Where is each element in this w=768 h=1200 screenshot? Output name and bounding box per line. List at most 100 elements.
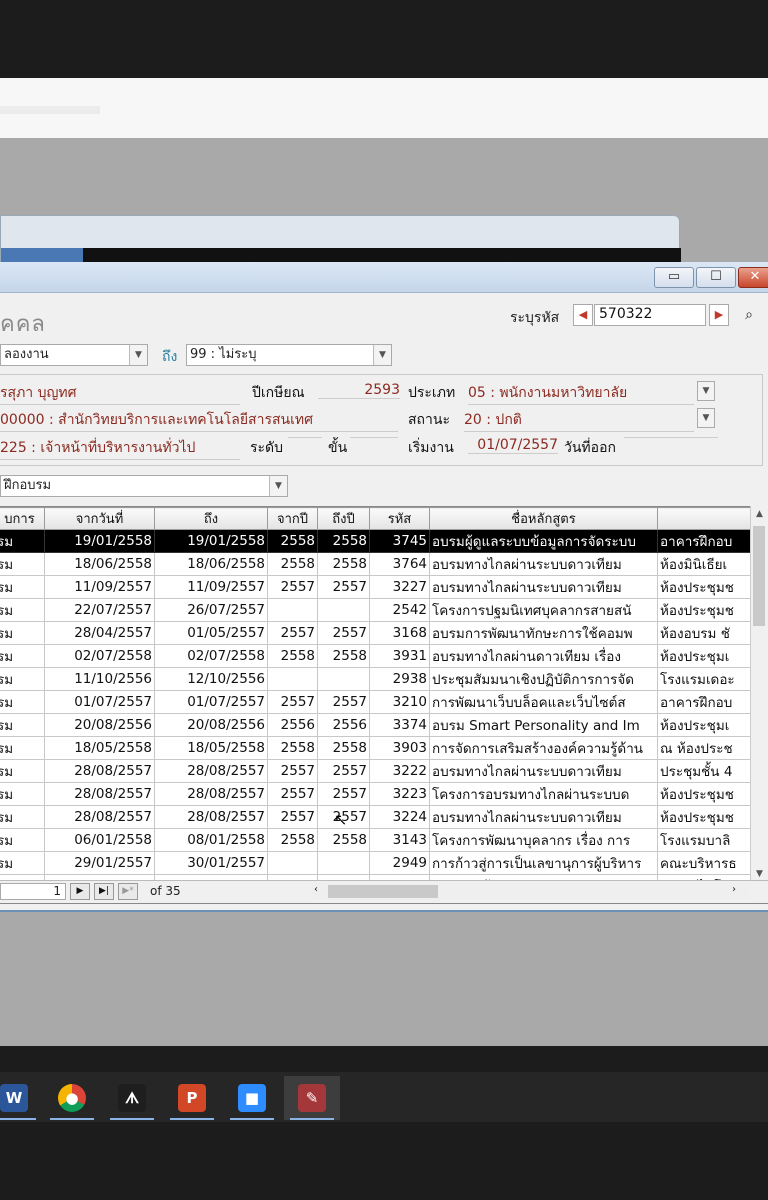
horizontal-scroll-thumb[interactable] [328, 885, 438, 898]
table-cell[interactable]: รม [0, 759, 45, 783]
table-cell[interactable]: โรงแรมเดอะ [657, 667, 758, 691]
binoculars-icon[interactable]: ⌕ [737, 304, 761, 326]
table-row[interactable]: รม28/08/255728/08/2557255725573223โครงกา… [0, 782, 758, 806]
taskbar-app-zoom[interactable]: ■ [224, 1076, 280, 1120]
table-cell[interactable]: 28/08/2557 [44, 805, 155, 829]
table-cell[interactable]: 2557 [317, 759, 370, 783]
to-combo[interactable]: 99 : ไม่ระบุ ▼ [186, 344, 392, 366]
table-cell[interactable]: 3764 [369, 552, 430, 576]
table-row[interactable]: รม28/08/255728/08/2557255725573222อบรมทา… [0, 759, 758, 783]
table-cell[interactable]: การจัดการเสริมสร้างองค์ความรู้ด้าน [429, 736, 658, 760]
table-cell[interactable]: 2558 [267, 736, 318, 760]
table-cell[interactable]: 2557 [267, 782, 318, 806]
scroll-up-icon[interactable]: ▲ [751, 506, 768, 522]
table-row[interactable]: รม18/05/255818/05/2558255825583903การจัด… [0, 736, 758, 760]
table-cell[interactable]: 2557 [267, 621, 318, 645]
table-cell[interactable]: 2949 [369, 851, 430, 875]
table-cell[interactable]: การพัฒนาเว็บบล็อคและเว็บไซต์ส [429, 690, 658, 714]
table-cell[interactable]: 3227 [369, 575, 430, 599]
table-cell[interactable]: 2542 [369, 598, 430, 622]
minimize-button[interactable]: ▭ [654, 267, 694, 288]
horizontal-scrollbar[interactable]: ‹ › [312, 883, 750, 900]
table-cell[interactable]: 2558 [267, 529, 318, 553]
table-cell[interactable]: ห้องประชุมช [657, 782, 758, 806]
table-cell[interactable]: ห้องประชุมเ [657, 713, 758, 737]
table-cell[interactable]: อบรมทางไกลผ่านระบบดาวเทียม [429, 552, 658, 576]
table-cell[interactable]: ณ ห้องประช [657, 736, 758, 760]
table-cell[interactable]: รม [0, 644, 45, 668]
table-cell[interactable]: 2558 [317, 529, 370, 553]
close-button[interactable]: ✕ [738, 267, 768, 288]
table-cell[interactable]: 01/07/2557 [154, 690, 268, 714]
table-cell[interactable]: 2557 [317, 575, 370, 599]
table-cell[interactable]: อบรมทางไกลผ่านระบบดาวเทียม [429, 805, 658, 829]
table-cell[interactable]: อาคารฝึกอบ [657, 529, 758, 553]
table-row[interactable]: รม20/08/255620/08/2556255625563374อบรม S… [0, 713, 758, 737]
table-row[interactable]: รม06/01/255808/01/2558255825583143โครงกา… [0, 828, 758, 852]
table-cell[interactable]: รม [0, 598, 45, 622]
type-dropdown-icon[interactable]: ▼ [697, 381, 715, 401]
table-cell[interactable] [267, 851, 318, 875]
chevron-down-icon[interactable]: ▼ [129, 345, 147, 365]
table-cell[interactable]: 3223 [369, 782, 430, 806]
taskbar-app-acrobat[interactable]: ᗑ [104, 1076, 160, 1120]
record-id-input[interactable]: 570322 [594, 304, 706, 326]
column-header[interactable]: ชื่อหลักสูตร [429, 507, 658, 530]
table-cell[interactable]: 06/01/2558 [44, 828, 155, 852]
table-cell[interactable]: 30/01/2557 [154, 851, 268, 875]
table-cell[interactable]: 2557 [267, 805, 318, 829]
next-record-nav-button[interactable]: ▶ [70, 883, 90, 900]
table-cell[interactable]: 11/09/2557 [44, 575, 155, 599]
prev-record-button[interactable]: ◀ [573, 304, 593, 326]
table-cell[interactable]: 3374 [369, 713, 430, 737]
column-header[interactable]: บการ [0, 507, 45, 530]
table-cell[interactable]: อบรมทางไกลผ่านดาวเทียม เรื่อง [429, 644, 658, 668]
table-cell[interactable]: 26/07/2557 [154, 598, 268, 622]
table-cell[interactable] [317, 667, 370, 691]
table-cell[interactable]: 2557 [267, 575, 318, 599]
table-cell[interactable]: โรงแรมบาลิ [657, 828, 758, 852]
table-row[interactable]: รม01/07/255701/07/2557255725573210การพัฒ… [0, 690, 758, 714]
column-header[interactable] [657, 507, 758, 530]
table-cell[interactable]: 3222 [369, 759, 430, 783]
table-cell[interactable]: 2558 [267, 644, 318, 668]
table-cell[interactable]: 2557 [317, 690, 370, 714]
table-cell[interactable]: 2557 [317, 621, 370, 645]
column-header[interactable]: รหัส [369, 507, 430, 530]
table-cell[interactable]: รม [0, 851, 45, 875]
table-cell[interactable]: ห้องประชุมช [657, 598, 758, 622]
table-cell[interactable]: คณะบริหารธ [657, 851, 758, 875]
table-cell[interactable]: 2558 [317, 828, 370, 852]
table-row[interactable]: รม02/07/255802/07/2558255825583931อบรมทา… [0, 644, 758, 668]
column-header[interactable]: ถึง [154, 507, 268, 530]
table-cell[interactable]: 01/07/2557 [44, 690, 155, 714]
table-cell[interactable]: 28/08/2557 [44, 782, 155, 806]
table-cell[interactable]: อบรมทางไกลผ่านระบบดาวเทียม [429, 759, 658, 783]
table-cell[interactable]: รม [0, 828, 45, 852]
table-cell[interactable]: อบรม Smart Personality and Im [429, 713, 658, 737]
status-dropdown-icon[interactable]: ▼ [697, 408, 715, 428]
table-row[interactable]: รม11/09/255711/09/2557255725573227อบรมทา… [0, 575, 758, 599]
table-cell[interactable]: 19/01/2558 [44, 529, 155, 553]
table-cell[interactable]: อบรมการพัฒนาทักษะการใช้คอมพ [429, 621, 658, 645]
table-cell[interactable]: ห้องประชุมช [657, 575, 758, 599]
taskbar-app-word[interactable]: W [0, 1076, 42, 1120]
table-cell[interactable]: โครงการปฐมนิเทศบุคลากรสายสนั [429, 598, 658, 622]
table-cell[interactable]: 3745 [369, 529, 430, 553]
table-cell[interactable]: 18/05/2558 [44, 736, 155, 760]
table-cell[interactable]: รม [0, 713, 45, 737]
table-cell[interactable]: 2556 [317, 713, 370, 737]
table-cell[interactable]: 2556 [267, 713, 318, 737]
table-cell[interactable]: 11/10/2556 [44, 667, 155, 691]
section-combo[interactable]: ฝึกอบรม ▼ [0, 475, 288, 497]
scroll-left-icon[interactable]: ‹ [314, 884, 318, 895]
table-cell[interactable]: 12/10/2556 [154, 667, 268, 691]
table-cell[interactable]: อบรมทางไกลผ่านระบบดาวเทียม [429, 575, 658, 599]
column-header[interactable]: จากปี [267, 507, 318, 530]
chevron-down-icon[interactable]: ▼ [269, 476, 287, 496]
table-row[interactable]: รม28/08/255728/08/2557255725573224อบรมทา… [0, 805, 758, 829]
table-cell[interactable] [317, 598, 370, 622]
table-cell[interactable]: ประชุมชั้น 4 [657, 759, 758, 783]
table-row[interactable]: รม29/01/255730/01/2557 2949การก้าวสู่การเ… [0, 851, 758, 875]
maximize-button[interactable]: ☐ [696, 267, 736, 288]
